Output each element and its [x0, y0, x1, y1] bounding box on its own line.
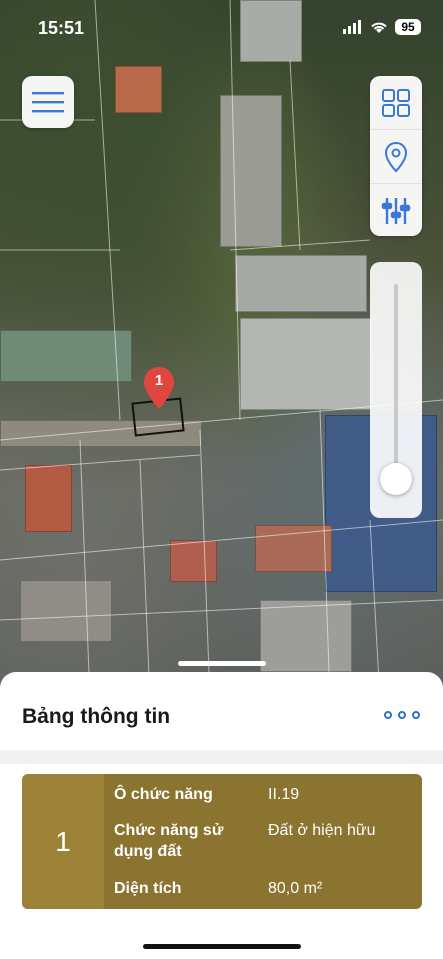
- status-icons: 95: [343, 19, 421, 35]
- layers-grid-button[interactable]: [370, 76, 422, 130]
- battery-level: 95: [395, 19, 421, 35]
- row-value: 80,0 m²: [268, 880, 323, 897]
- section-divider: [0, 750, 443, 764]
- menu-button[interactable]: [22, 76, 74, 128]
- parcel-info-card[interactable]: 1 Ô chức năng II.19 Chức năng sử dụng đấ…: [22, 774, 422, 909]
- my-location-button[interactable]: [370, 130, 422, 184]
- grid-icon: [382, 88, 410, 117]
- sheet-title: Bảng thông tin: [22, 705, 171, 728]
- more-dot-icon: [412, 711, 420, 719]
- parcel-index: 1: [22, 774, 104, 909]
- filter-settings-button[interactable]: [370, 184, 422, 237]
- marker-number: 1: [154, 372, 164, 389]
- cellular-signal-icon: [343, 20, 361, 34]
- map-control-group: [370, 76, 422, 236]
- row-value: Đất ở hiện hữu: [268, 822, 376, 839]
- info-sheet: Bảng thông tin 1 Ô chức năng II.19 Chức …: [0, 672, 443, 959]
- more-options-button[interactable]: [384, 706, 420, 724]
- home-indicator: [143, 944, 301, 949]
- location-pin-icon: [384, 141, 408, 172]
- more-dot-icon: [384, 711, 392, 719]
- row-label: Diện tích: [114, 880, 182, 897]
- opacity-slider[interactable]: [370, 262, 422, 518]
- hamburger-menu-icon: [32, 92, 64, 113]
- more-dot-icon: [398, 711, 406, 719]
- sliders-icon: [381, 197, 411, 224]
- slider-thumb[interactable]: [380, 463, 412, 496]
- row-value: II.19: [268, 786, 300, 803]
- row-label: Chức năng sử dụng đất: [114, 822, 224, 860]
- status-time: 15:51: [38, 18, 85, 38]
- sheet-grabber[interactable]: [178, 661, 266, 666]
- map-marker[interactable]: 1: [142, 366, 176, 410]
- row-label: Ô chức năng: [114, 786, 213, 803]
- wifi-icon: [371, 22, 387, 33]
